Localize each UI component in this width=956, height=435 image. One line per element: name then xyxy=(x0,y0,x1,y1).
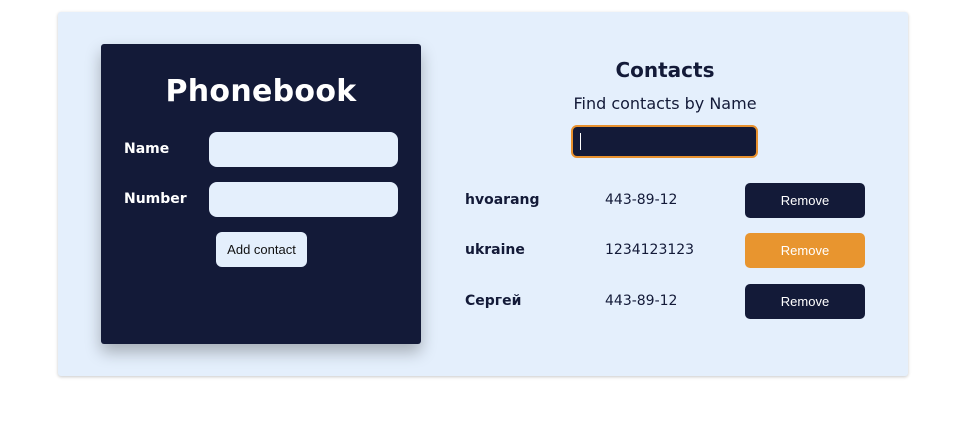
remove-button[interactable]: Remove xyxy=(745,233,865,268)
contact-name: hvoarang xyxy=(465,192,540,208)
phonebook-title: Phonebook xyxy=(165,74,357,109)
filter-label: Find contacts by Name xyxy=(573,94,757,113)
name-label: Name xyxy=(124,141,170,157)
contact-number: 1234123123 xyxy=(605,242,695,258)
filter-input[interactable] xyxy=(571,125,758,158)
app-container: Phonebook Name Number Add contact Contac… xyxy=(58,12,908,376)
phonebook-form: Phonebook Name Number Add contact xyxy=(101,44,421,344)
contacts-title: Contacts xyxy=(615,58,715,82)
number-input[interactable] xyxy=(209,182,398,217)
contact-name: Сергей xyxy=(465,293,522,309)
contact-number: 443-89-12 xyxy=(605,293,678,309)
remove-button[interactable]: Remove xyxy=(745,183,865,218)
number-label: Number xyxy=(124,191,187,207)
name-input[interactable] xyxy=(209,132,398,167)
contact-number: 443-89-12 xyxy=(605,192,678,208)
text-caret xyxy=(580,133,581,150)
contact-item: ukraine 1234123123 Remove xyxy=(465,233,865,269)
remove-button[interactable]: Remove xyxy=(745,284,865,319)
contact-item: hvoarang 443-89-12 Remove xyxy=(465,183,865,219)
contact-item: Сергей 443-89-12 Remove xyxy=(465,284,865,320)
contact-name: ukraine xyxy=(465,242,525,258)
add-contact-button[interactable]: Add contact xyxy=(216,232,307,267)
